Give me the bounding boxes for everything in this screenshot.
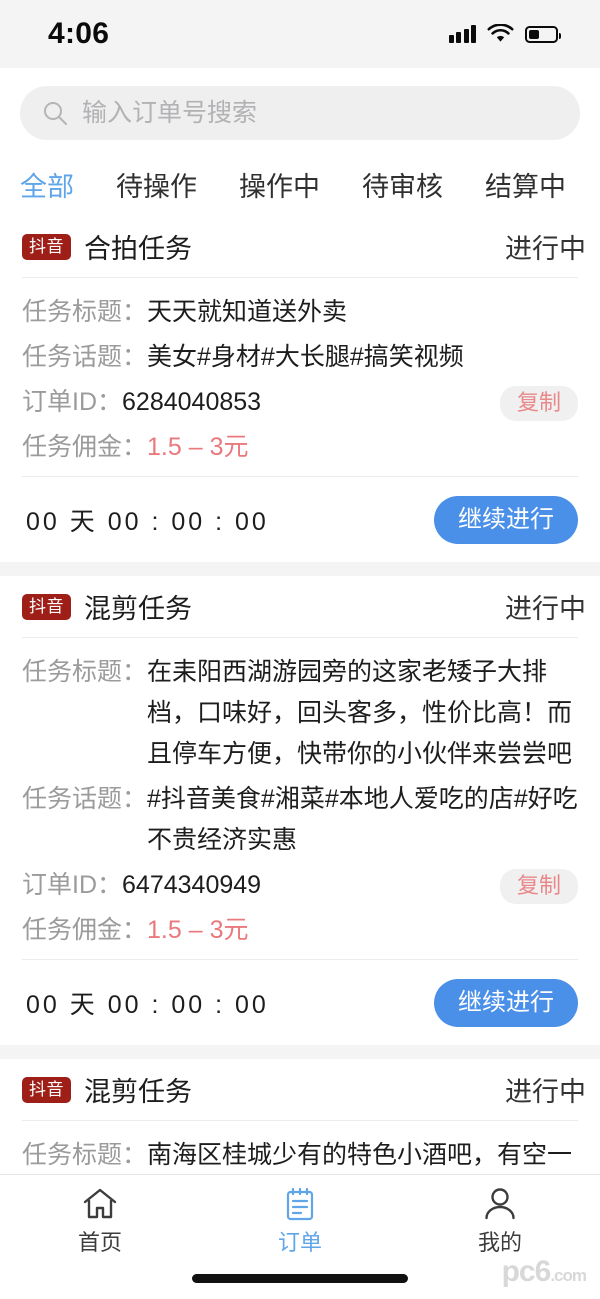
status-indicators [449, 24, 559, 44]
task-title-label: 任务标题： [22, 652, 147, 775]
tab-pending-operation[interactable]: 待操作 [95, 158, 218, 216]
tab-settling[interactable]: 结算中 [464, 158, 587, 216]
order-id-row: 订单ID： 6474340949 复制 [22, 865, 578, 906]
clipboard-icon [284, 1187, 316, 1221]
commission-row: 任务佣金： 1.5 – 3元 [22, 427, 578, 468]
order-id-value: 6474340949 [122, 865, 261, 906]
task-title-label: 任务标题： [22, 292, 147, 333]
order-card[interactable]: 抖音 混剪任务 进行中 任务标题： 在耒阳西湖游园旁的这家老矮子大排档，口味好，… [0, 576, 600, 1045]
signal-bars-icon [449, 25, 477, 43]
task-topic-label: 任务话题： [22, 779, 147, 861]
continue-button[interactable]: 继续进行 [434, 496, 578, 544]
order-type: 混剪任务 [84, 1070, 192, 1109]
watermark-suffix: .com [550, 1266, 586, 1285]
order-card-body: 任务标题： 天天就知道送外卖 任务话题： 美女#身材#大长腿#搞笑视频 订单ID… [22, 278, 578, 476]
commission-label: 任务佣金： [22, 427, 147, 468]
nav-label-orders: 订单 [278, 1225, 322, 1257]
countdown-timer: 00 天 00 : 00 : 00 [22, 502, 269, 538]
task-title-row: 任务标题： 天天就知道送外卖 [22, 292, 578, 333]
order-id-row: 订单ID： 6284040853 复制 [22, 382, 578, 423]
wifi-icon [487, 24, 514, 44]
status-bar: 4:06 [0, 0, 600, 68]
order-id-value: 6284040853 [122, 382, 261, 423]
battery-icon [525, 26, 558, 43]
tab-completed[interactable]: 已完成 [587, 158, 600, 216]
commission-label: 任务佣金： [22, 910, 147, 951]
order-card-footer: 00 天 00 : 00 : 00 继续进行 [22, 476, 578, 562]
task-topic-label: 任务话题： [22, 337, 147, 378]
order-status-tabs[interactable]: 全部 待操作 操作中 待审核 结算中 已完成 [0, 158, 600, 216]
copy-button[interactable]: 复制 [500, 386, 578, 421]
nav-item-orders[interactable]: 订单 [200, 1187, 400, 1257]
search-input[interactable] [82, 99, 558, 128]
search-icon [42, 100, 68, 126]
nav-label-profile: 我的 [478, 1225, 522, 1257]
app-screen: 4:06 全部 待操作 操作中 待审核 结算中 已完 [0, 0, 600, 1299]
task-topic-row: 任务话题： 美女#身材#大长腿#搞笑视频 [22, 337, 578, 378]
task-title-row: 任务标题： 在耒阳西湖游园旁的这家老矮子大排档，口味好，回头客多，性价比高！而且… [22, 652, 578, 775]
nav-label-home: 首页 [78, 1225, 122, 1257]
order-card-header: 抖音 合拍任务 进行中 [22, 216, 578, 278]
task-title-value: 天天就知道送外卖 [147, 292, 347, 333]
order-card-footer: 00 天 00 : 00 : 00 继续进行 [22, 959, 578, 1045]
task-topic-value: 美女#身材#大长腿#搞笑视频 [147, 337, 464, 378]
order-card-body: 任务标题： 在耒阳西湖游园旁的这家老矮子大排档，口味好，回头客多，性价比高！而且… [22, 638, 578, 959]
douyin-badge-icon: 抖音 [22, 234, 71, 260]
search-bar [0, 68, 600, 158]
order-list[interactable]: 抖音 合拍任务 进行中 任务标题： 天天就知道送外卖 任务话题： 美女#身材#大… [0, 216, 600, 1299]
task-topic-row: 任务话题： #抖音美食#湘菜#本地人爱吃的店#好吃不贵经济实惠 [22, 779, 578, 861]
order-status: 进行中 [505, 227, 586, 266]
person-icon [483, 1187, 517, 1221]
watermark-text: pc6 [502, 1255, 551, 1288]
order-id-label: 订单ID： [22, 382, 122, 423]
tab-in-operation[interactable]: 操作中 [218, 158, 341, 216]
countdown-timer: 00 天 00 : 00 : 00 [22, 985, 269, 1021]
nav-item-home[interactable]: 首页 [0, 1187, 200, 1257]
home-indicator[interactable] [192, 1274, 408, 1283]
order-status: 进行中 [505, 1070, 586, 1109]
task-topic-value: #抖音美食#湘菜#本地人爱吃的店#好吃不贵经济实惠 [147, 779, 578, 861]
order-card-header: 抖音 混剪任务 进行中 [22, 576, 578, 638]
douyin-badge-icon: 抖音 [22, 1077, 71, 1103]
task-title-value: 在耒阳西湖游园旁的这家老矮子大排档，口味好，回头客多，性价比高！而且停车方便，快… [147, 652, 578, 775]
order-type: 合拍任务 [84, 227, 192, 266]
order-status: 进行中 [505, 587, 586, 626]
order-card[interactable]: 抖音 合拍任务 进行中 任务标题： 天天就知道送外卖 任务话题： 美女#身材#大… [0, 216, 600, 562]
commission-value: 1.5 – 3元 [147, 427, 248, 468]
watermark: pc6.com [502, 1255, 586, 1289]
commission-value: 1.5 – 3元 [147, 910, 248, 951]
search-box[interactable] [20, 86, 580, 140]
order-card-header: 抖音 混剪任务 进行中 [22, 1059, 578, 1121]
tab-pending-review[interactable]: 待审核 [341, 158, 464, 216]
order-type: 混剪任务 [84, 587, 192, 626]
tab-all[interactable]: 全部 [20, 158, 95, 216]
commission-row: 任务佣金： 1.5 – 3元 [22, 910, 578, 951]
status-time: 4:06 [48, 17, 109, 51]
douyin-badge-icon: 抖音 [22, 594, 71, 620]
nav-item-profile[interactable]: 我的 [400, 1187, 600, 1257]
continue-button[interactable]: 继续进行 [434, 979, 578, 1027]
copy-button[interactable]: 复制 [500, 869, 578, 904]
order-id-label: 订单ID： [22, 865, 122, 906]
home-icon [82, 1187, 118, 1221]
